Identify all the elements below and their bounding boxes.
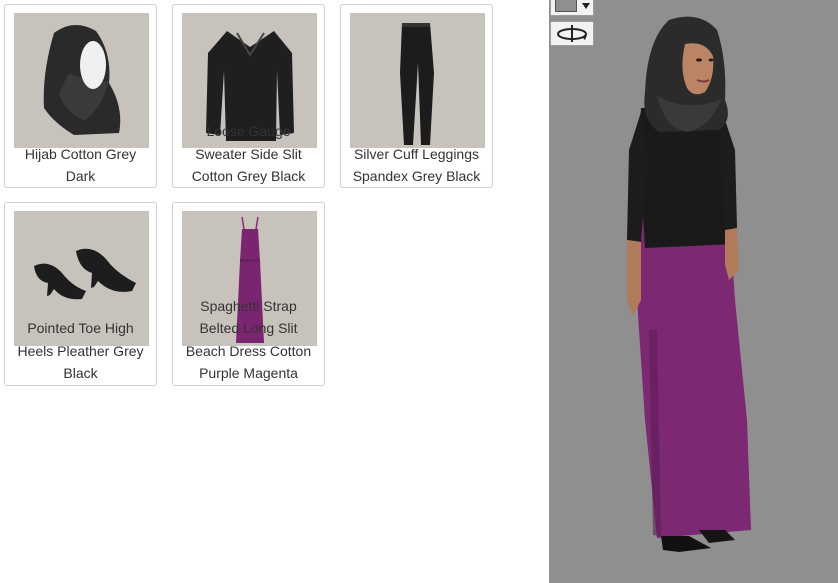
avatar-viewer[interactable] — [549, 0, 838, 583]
item-name-line: Spaghetti Strap — [200, 298, 297, 314]
item-name-line: Cotton Grey Black — [191, 168, 306, 184]
item-name-line: Beach Dress Cotton — [185, 343, 312, 359]
item-card-sweater[interactable]: Loose Gauge Sweater Side Slit Cotton Gre… — [172, 4, 325, 188]
item-card-heels[interactable]: Pointed Toe High Heels Pleather Grey Bla… — [4, 202, 157, 386]
item-name-line: Purple Magenta — [199, 365, 298, 381]
avatar-model — [627, 16, 751, 552]
item-name-line: Sweater Side Slit — [195, 146, 302, 162]
outfit-item-grid: Hijab Cotton Grey Dark Loose Gauge Sweat… — [0, 0, 549, 583]
item-name-line: Hijab Cotton Grey — [24, 146, 137, 162]
item-name-line: Dark — [65, 168, 96, 184]
item-name-line: Belted Long Slit — [199, 320, 298, 336]
item-card-hijab[interactable]: Hijab Cotton Grey Dark — [4, 4, 157, 188]
hijab-icon — [43, 24, 121, 135]
leggings-thumbnail — [350, 13, 485, 148]
item-name-line: Silver Cuff Leggings — [353, 146, 480, 162]
item-name-line: Heels Pleather Grey — [17, 343, 144, 359]
item-card-dress[interactable]: Spaghetti Strap Belted Long Slit Beach D… — [172, 202, 325, 386]
item-name-line: Black — [63, 365, 98, 381]
leggings-icon — [400, 23, 434, 145]
hijab-thumbnail — [14, 13, 149, 148]
item-name-line: Pointed Toe High — [27, 320, 134, 336]
item-card-leggings[interactable]: Silver Cuff Leggings Spandex Grey Black — [340, 4, 493, 188]
item-name-line: Loose Gauge — [206, 123, 291, 139]
item-name-line: Spandex Grey Black — [352, 168, 481, 184]
